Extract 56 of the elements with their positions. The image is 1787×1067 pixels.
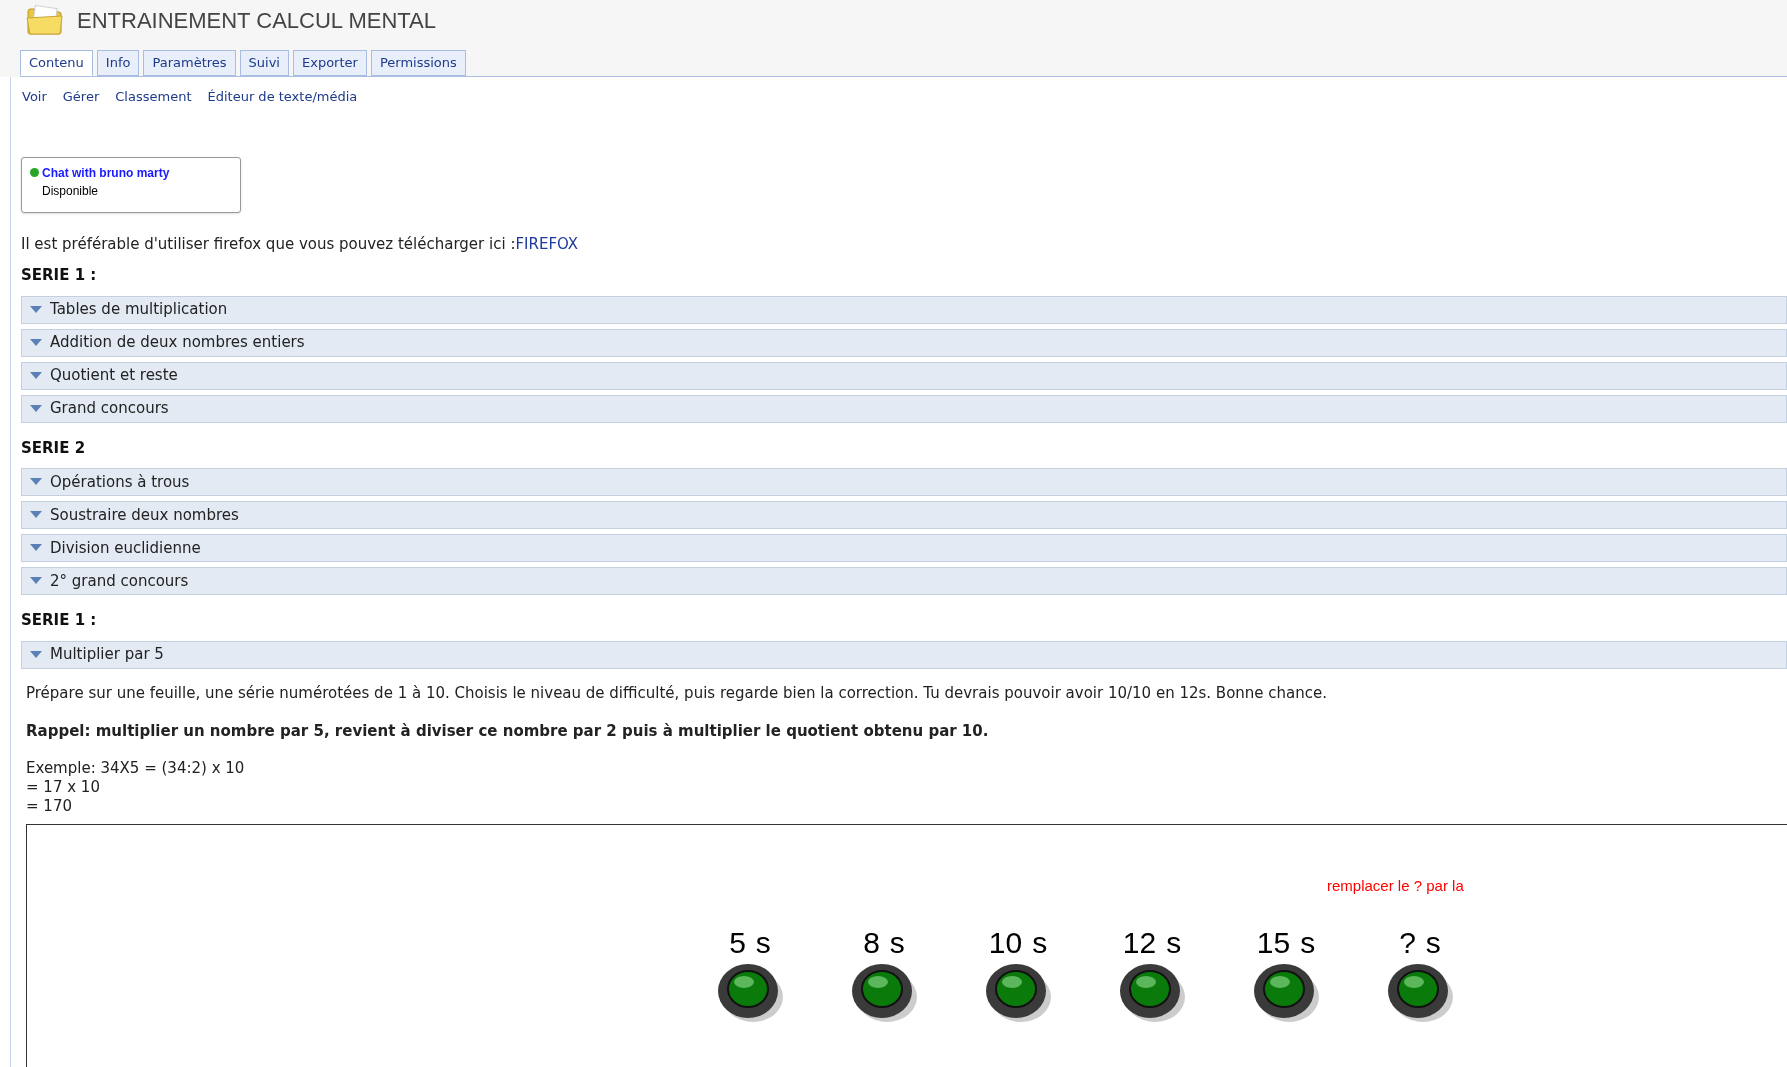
timer-unit: s [1166, 924, 1182, 961]
timer-unit: s [1425, 924, 1441, 961]
chat-status: Disponible [41, 182, 100, 200]
chat-bubble[interactable]: Chat with bruno marty Disponible [21, 156, 241, 213]
page-title: ENTRAINEMENT CALCUL MENTAL [77, 6, 436, 35]
accordion-header[interactable]: Soustraire deux nombres [21, 501, 1787, 529]
timer-value: 5 [729, 924, 746, 961]
nav-link[interactable]: Éditeur de texte/média [207, 87, 358, 107]
timer-unit: s [889, 924, 905, 961]
hint-text: remplacer le ? par la [1327, 875, 1464, 896]
accordion-header[interactable]: 2° grand concours [21, 567, 1787, 595]
accordion-header[interactable]: Opérations à trous [21, 468, 1787, 496]
caret-icon [30, 371, 42, 380]
example-line: = 170 [26, 796, 73, 816]
caret-icon [30, 478, 42, 486]
section-heading: SERIE 1 : [21, 610, 98, 631]
caret-icon [30, 544, 42, 552]
nav-link[interactable]: Classement [115, 87, 192, 107]
tab[interactable]: Permissions [370, 50, 466, 76]
nav-link[interactable]: Voir [22, 87, 47, 107]
caret-icon [30, 338, 42, 347]
accordion-header[interactable]: Quotient et reste [21, 361, 1787, 390]
accordion-header[interactable]: Multiplier par 5 [21, 640, 1787, 669]
tab[interactable]: Exporter [293, 50, 367, 76]
timer-value: 15 [1256, 924, 1291, 961]
accordion-header[interactable]: Grand concours [21, 394, 1787, 423]
section-heading: SERIE 1 : [21, 265, 98, 286]
timer-value: 10 [988, 924, 1023, 961]
reminder-text: Rappel: multiplier un nombre par 5, revient à diviser ce nombre par 2 puis à multiplier le quotient obtenu par 10. [26, 721, 990, 742]
firefox-link[interactable]: FIREFOX [515, 234, 579, 253]
tab[interactable]: Info [96, 50, 140, 76]
nav-link[interactable]: Gérer [62, 87, 100, 107]
chat-link[interactable]: Chat with bruno marty [42, 163, 170, 182]
tab[interactable]: Contenu [20, 50, 93, 76]
timer-unit: s [755, 924, 771, 961]
accordion-header[interactable]: Division euclidienne [21, 534, 1787, 562]
caret-icon [30, 650, 42, 659]
caret-icon [30, 577, 42, 585]
timer-unit: s [1300, 924, 1316, 961]
accordion-header[interactable]: Addition de deux nombres entiers [21, 328, 1787, 357]
section-heading: SERIE 2 [21, 437, 87, 459]
timer-value: ? [1399, 924, 1416, 961]
intro-text: Il est préférable d'utiliser firefox que vous pouvez télécharger ici :FIREFOX [21, 233, 580, 255]
example-line: = 17 x 10 [26, 777, 101, 797]
caret-icon [30, 305, 42, 314]
tab[interactable]: Suivi [239, 50, 289, 76]
timer-unit: s [1032, 924, 1048, 961]
accordion-header[interactable]: Tables de multiplication [21, 295, 1787, 324]
folder-icon [25, 4, 65, 36]
timer-value: 12 [1122, 924, 1157, 961]
instructions-text: Prépare sur une feuille, une série numérotées de 1 à 10. Choisis le niveau de difficulté, puis regarde bien la correction. Tu devrais pouvoir avoir 10/10 en 12s. Bonne chance. [26, 682, 1329, 704]
caret-icon [30, 404, 42, 413]
example-line: Exemple: 34X5 = (34:2) x 10 [26, 758, 246, 778]
caret-icon [30, 511, 42, 519]
tab[interactable]: Paramètres [143, 50, 236, 76]
timer-value: 8 [863, 924, 880, 961]
